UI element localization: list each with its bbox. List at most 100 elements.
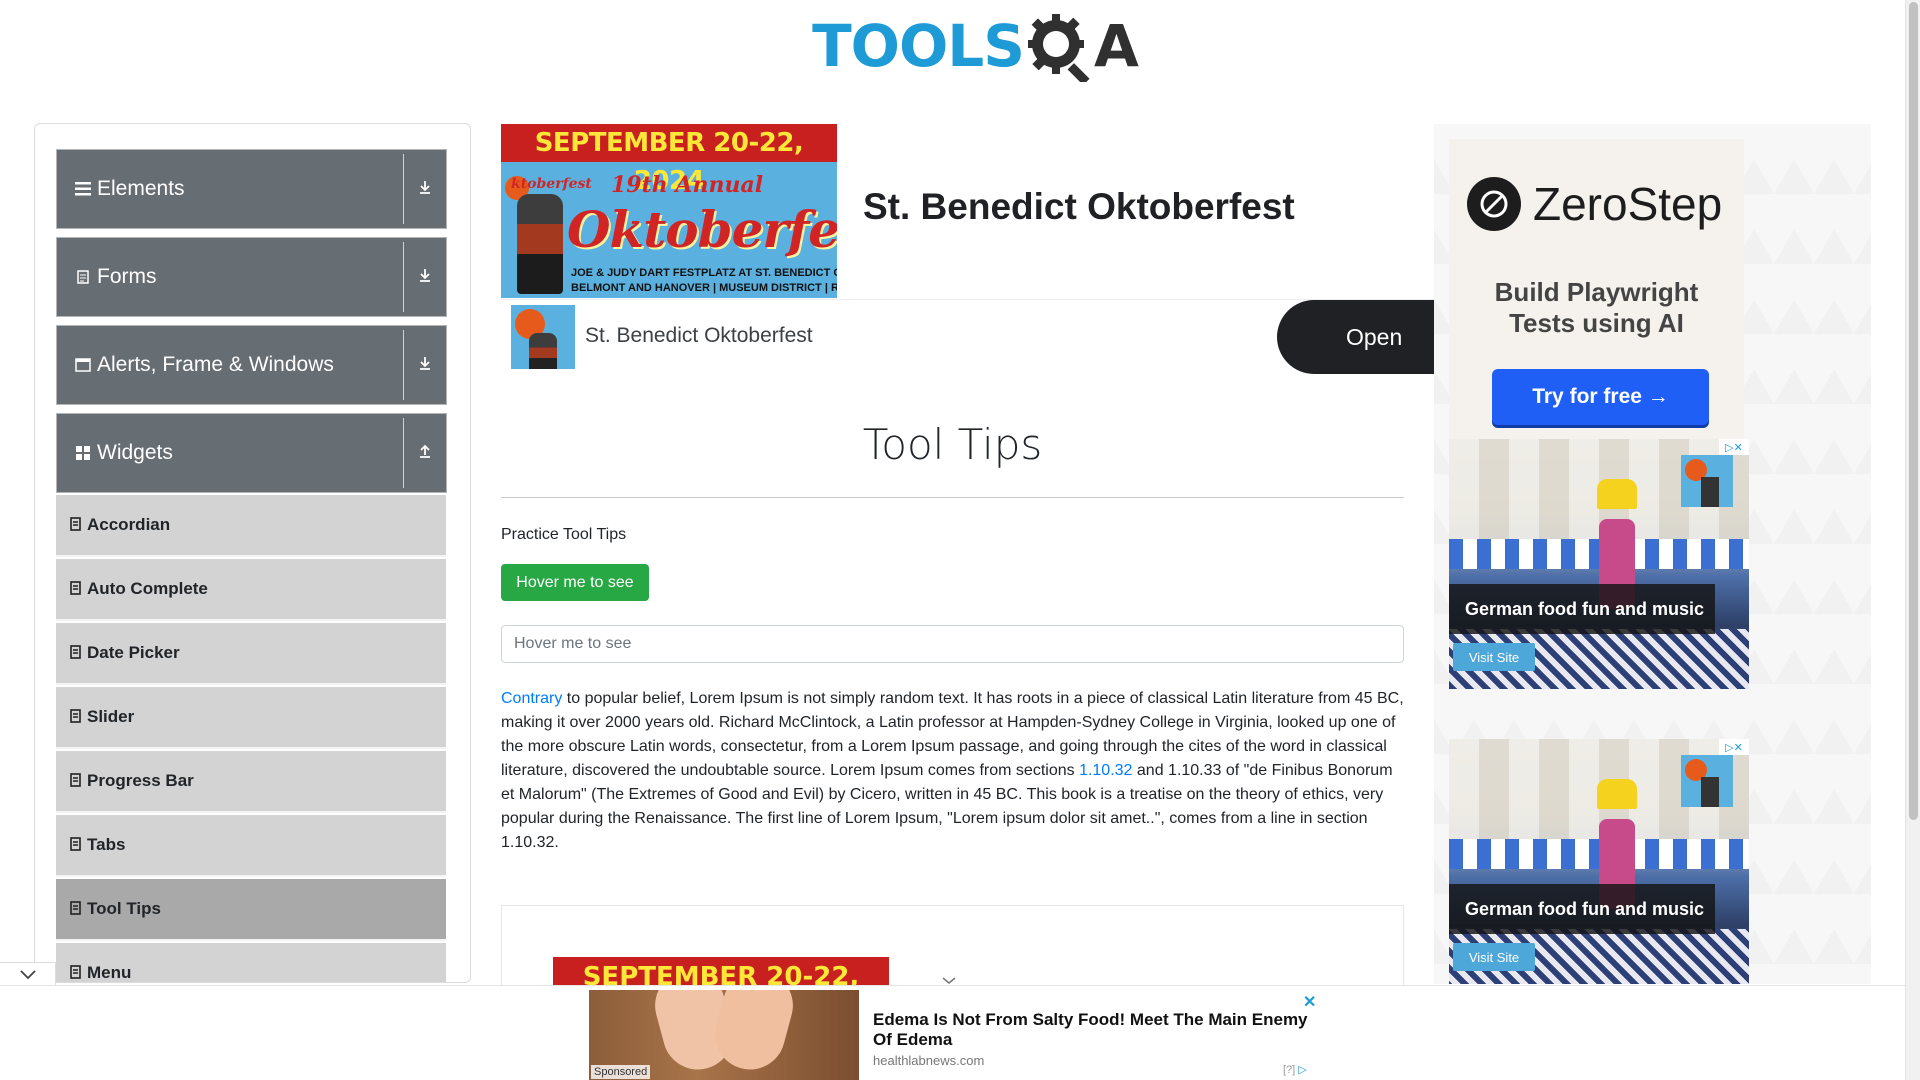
sidebar-item-tabs[interactable]: Tabs [56, 815, 446, 877]
sidebar-group-elements[interactable]: Elements [56, 149, 447, 229]
hamburger-icon [73, 182, 93, 196]
right-advertisement: ZeroStep Build Playwright Tests using AI… [1434, 124, 1871, 984]
divider [501, 299, 1434, 300]
sidebar-item-tool-tips[interactable]: Tool Tips [56, 879, 446, 941]
ad-image: Sponsored [589, 990, 859, 1080]
form-icon [73, 270, 93, 284]
ad-info-text: [?] [1283, 1064, 1296, 1076]
sidebar-group-alerts[interactable]: Alerts, Frame & Windows [56, 325, 447, 405]
page-title: Tool Tips [862, 420, 1043, 469]
tooltip-hover-button[interactable]: Hover me to see [501, 564, 649, 601]
oktoberfest-poster: SEPTEMBER 20-22, 2024 ktoberfest 19th An… [501, 124, 837, 298]
scrollbar-thumb[interactable] [1909, 2, 1918, 820]
logo-a-text: A [1094, 12, 1139, 80]
left-sidebar: Elements Forms Alerts, Frame & Windows W… [34, 123, 471, 983]
header: TOOLS A [0, 0, 1920, 100]
download-arrow-icon [404, 267, 446, 288]
section-link[interactable]: 1.10.32 [1079, 762, 1132, 779]
gear-magnifier-icon [1028, 14, 1090, 82]
sticky-ad-domain: healthlabnews.com [873, 1053, 985, 1068]
sidebar-item-label: Date Picker [87, 643, 180, 662]
list-icon [70, 772, 81, 790]
download-arrow-icon [404, 179, 446, 200]
ad-info-link[interactable]: [?] ▷ [1283, 1063, 1307, 1076]
toolsqa-logo[interactable]: TOOLS A [812, 10, 1139, 82]
poster-line-2: BELMONT AND HANOVER | MUSEUM DISTRICT | … [571, 282, 837, 294]
sidebar-item-label: Slider [87, 707, 135, 726]
poster-date: SEPTEMBER 20-22, 2024 [501, 124, 837, 196]
poster-date: SEPTEMBER 20-22, 2024 [553, 957, 889, 985]
advertiser-thumbnail [1681, 455, 1733, 507]
poster-annual: 19th Annual [611, 172, 764, 198]
tooltip-hover-input[interactable] [501, 625, 1404, 663]
poster-small-text: ktoberfest [511, 176, 592, 192]
visit-site-button[interactable]: Visit Site [1453, 943, 1535, 971]
sidebar-group-label: Alerts, Frame & Windows [97, 353, 334, 376]
logo-tools-text: TOOLS [812, 12, 1025, 80]
upload-arrow-icon [404, 443, 446, 464]
poster-title: Oktoberfest [567, 200, 837, 259]
window-icon [73, 358, 93, 372]
download-arrow-icon [404, 355, 446, 376]
ad-headline[interactable]: St. Benedict Oktoberfest [863, 186, 1295, 228]
advertiser-thumbnail [511, 305, 575, 369]
list-icon [70, 900, 81, 918]
zerostep-logo: ZeroStep [1467, 177, 1722, 231]
ad-open-button[interactable]: Open [1277, 300, 1434, 374]
sidebar-group-forms[interactable]: Forms [56, 237, 447, 317]
sidebar-item-menu[interactable]: Menu [56, 943, 446, 982]
sidebar-item-label: Tabs [87, 835, 126, 854]
list-icon [70, 964, 81, 982]
sidebar-group-label: Elements [97, 177, 185, 200]
logo-qa: A [1024, 10, 1139, 82]
sidebar-group-label: Widgets [97, 441, 173, 464]
lederhosen-figure [517, 194, 563, 294]
advertiser-thumbnail [1681, 755, 1733, 807]
sidebar-group-widgets[interactable]: Widgets [56, 413, 447, 493]
ad-caption: German food fun and music [1449, 884, 1715, 934]
poster-subtext: JOE & JUDY DART FESTPLATZ AT ST. BENEDIC… [571, 266, 837, 296]
sidebar-item-auto-complete[interactable]: Auto Complete [56, 559, 446, 621]
sticky-ad-headline[interactable]: Edema Is Not From Salty Food! Meet The M… [873, 1010, 1313, 1050]
sidebar-item-slider[interactable]: Slider [56, 687, 446, 749]
advertiser-name[interactable]: St. Benedict Oktoberfest [585, 324, 813, 348]
zerostep-tagline: Build Playwright Tests using AI [1449, 277, 1744, 339]
visit-site-button[interactable]: Visit Site [1453, 643, 1535, 671]
sidebar-item-label: Accordian [87, 515, 171, 534]
top-advertisement[interactable]: SEPTEMBER 20-22, 2024 ktoberfest 19th An… [501, 124, 1434, 374]
try-for-free-button[interactable]: Try for free → [1492, 369, 1709, 425]
practice-label: Practice Tool Tips [501, 526, 627, 543]
zerostep-brand: ZeroStep [1533, 178, 1723, 230]
sidebar-item-accordian[interactable]: Accordian [56, 495, 446, 557]
page-scrollbar[interactable] [1905, 0, 1920, 1080]
list-icon [70, 836, 81, 854]
sticky-ad-unit[interactable]: Sponsored Edema Is Not From Salty Food! … [589, 990, 1317, 1080]
zerostep-icon [1467, 177, 1521, 231]
sticky-footer-ad: Sponsored Edema Is Not From Salty Food! … [0, 985, 1920, 1080]
tagline-line-1: Build Playwright [1494, 277, 1699, 307]
sidebar-item-label: Progress Bar [87, 771, 194, 790]
oktoberfest-side-ad[interactable]: ▷✕ German food fun and music Visit Site [1449, 439, 1749, 689]
tagline-line-2: Tests using AI [1509, 308, 1684, 338]
divider [501, 497, 1404, 498]
list-icon [70, 644, 81, 662]
adchoices-icon[interactable]: ▷✕ [1719, 739, 1749, 755]
sidebar-item-progress-bar[interactable]: Progress Bar [56, 751, 446, 813]
contrary-link[interactable]: Contrary [501, 690, 562, 707]
adchoices-icon: ▷ [1298, 1064, 1307, 1076]
lorem-paragraph: Contrary to popular belief, Lorem Ipsum … [501, 687, 1404, 855]
sidebar-item-label: Auto Complete [87, 579, 208, 598]
oktoberfest-side-ad[interactable]: ▷✕ German food fun and music Visit Site [1449, 739, 1749, 984]
zerostep-ad[interactable]: ZeroStep Build Playwright Tests using AI… [1449, 139, 1744, 439]
widgets-icon [73, 445, 93, 461]
adchoices-icon[interactable]: ▷✕ [1719, 439, 1749, 455]
list-icon [70, 580, 81, 598]
sidebar-item-label: Menu [87, 963, 132, 982]
list-icon [70, 708, 81, 726]
sidebar-group-label: Forms [97, 265, 157, 288]
sidebar-item-date-picker[interactable]: Date Picker [56, 623, 446, 685]
poster-line-1: JOE & JUDY DART FESTPLATZ AT ST. BENEDIC… [571, 267, 837, 279]
sidebar-item-label: Tool Tips [87, 899, 161, 918]
ad-caption: German food fun and music [1449, 584, 1715, 634]
close-icon[interactable]: ✕ [1303, 992, 1316, 1012]
